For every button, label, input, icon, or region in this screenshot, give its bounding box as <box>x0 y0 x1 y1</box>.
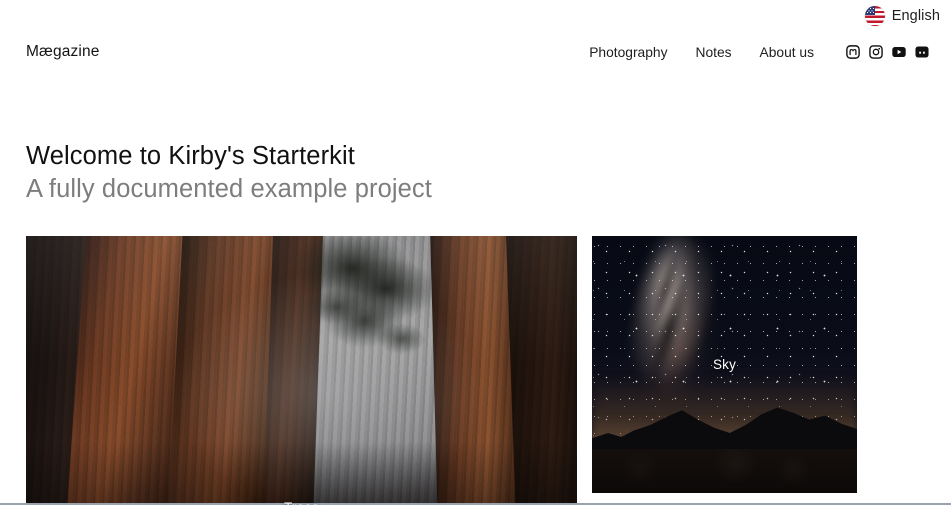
gallery-caption-sky: Sky <box>712 357 737 372</box>
hero-section: Welcome to Kirby's Starterkit A fully do… <box>26 140 432 205</box>
gallery: Trees Sky <box>26 236 857 505</box>
nav-item-photography[interactable]: Photography <box>575 45 681 60</box>
site-header: Mægazine Photography Notes About us <box>0 32 951 72</box>
nav-item-notes[interactable]: Notes <box>681 45 745 60</box>
nav-item-about-us[interactable]: About us <box>746 45 828 60</box>
page-root: English Mægazine Photography Notes About… <box>0 0 951 505</box>
social-links <box>846 45 929 59</box>
youtube-icon[interactable] <box>892 45 906 59</box>
language-label: English <box>891 8 940 24</box>
site-logo[interactable]: Mægazine <box>26 43 100 61</box>
instagram-icon[interactable] <box>869 45 883 59</box>
language-selector[interactable]: English <box>864 0 951 32</box>
main-navigation: Photography Notes About us <box>575 45 929 60</box>
trees-photo <box>26 236 577 505</box>
page-subtitle: A fully documented example project <box>26 174 432 203</box>
page-title: Welcome to Kirby's Starterkit <box>26 142 355 170</box>
mastodon-icon[interactable] <box>846 45 860 59</box>
gallery-item-trees[interactable]: Trees <box>26 236 577 505</box>
discord-icon[interactable] <box>915 45 929 59</box>
us-flag-icon <box>864 6 885 26</box>
gallery-caption-trees: Trees <box>26 500 577 505</box>
gallery-item-sky[interactable]: Sky <box>592 236 857 493</box>
